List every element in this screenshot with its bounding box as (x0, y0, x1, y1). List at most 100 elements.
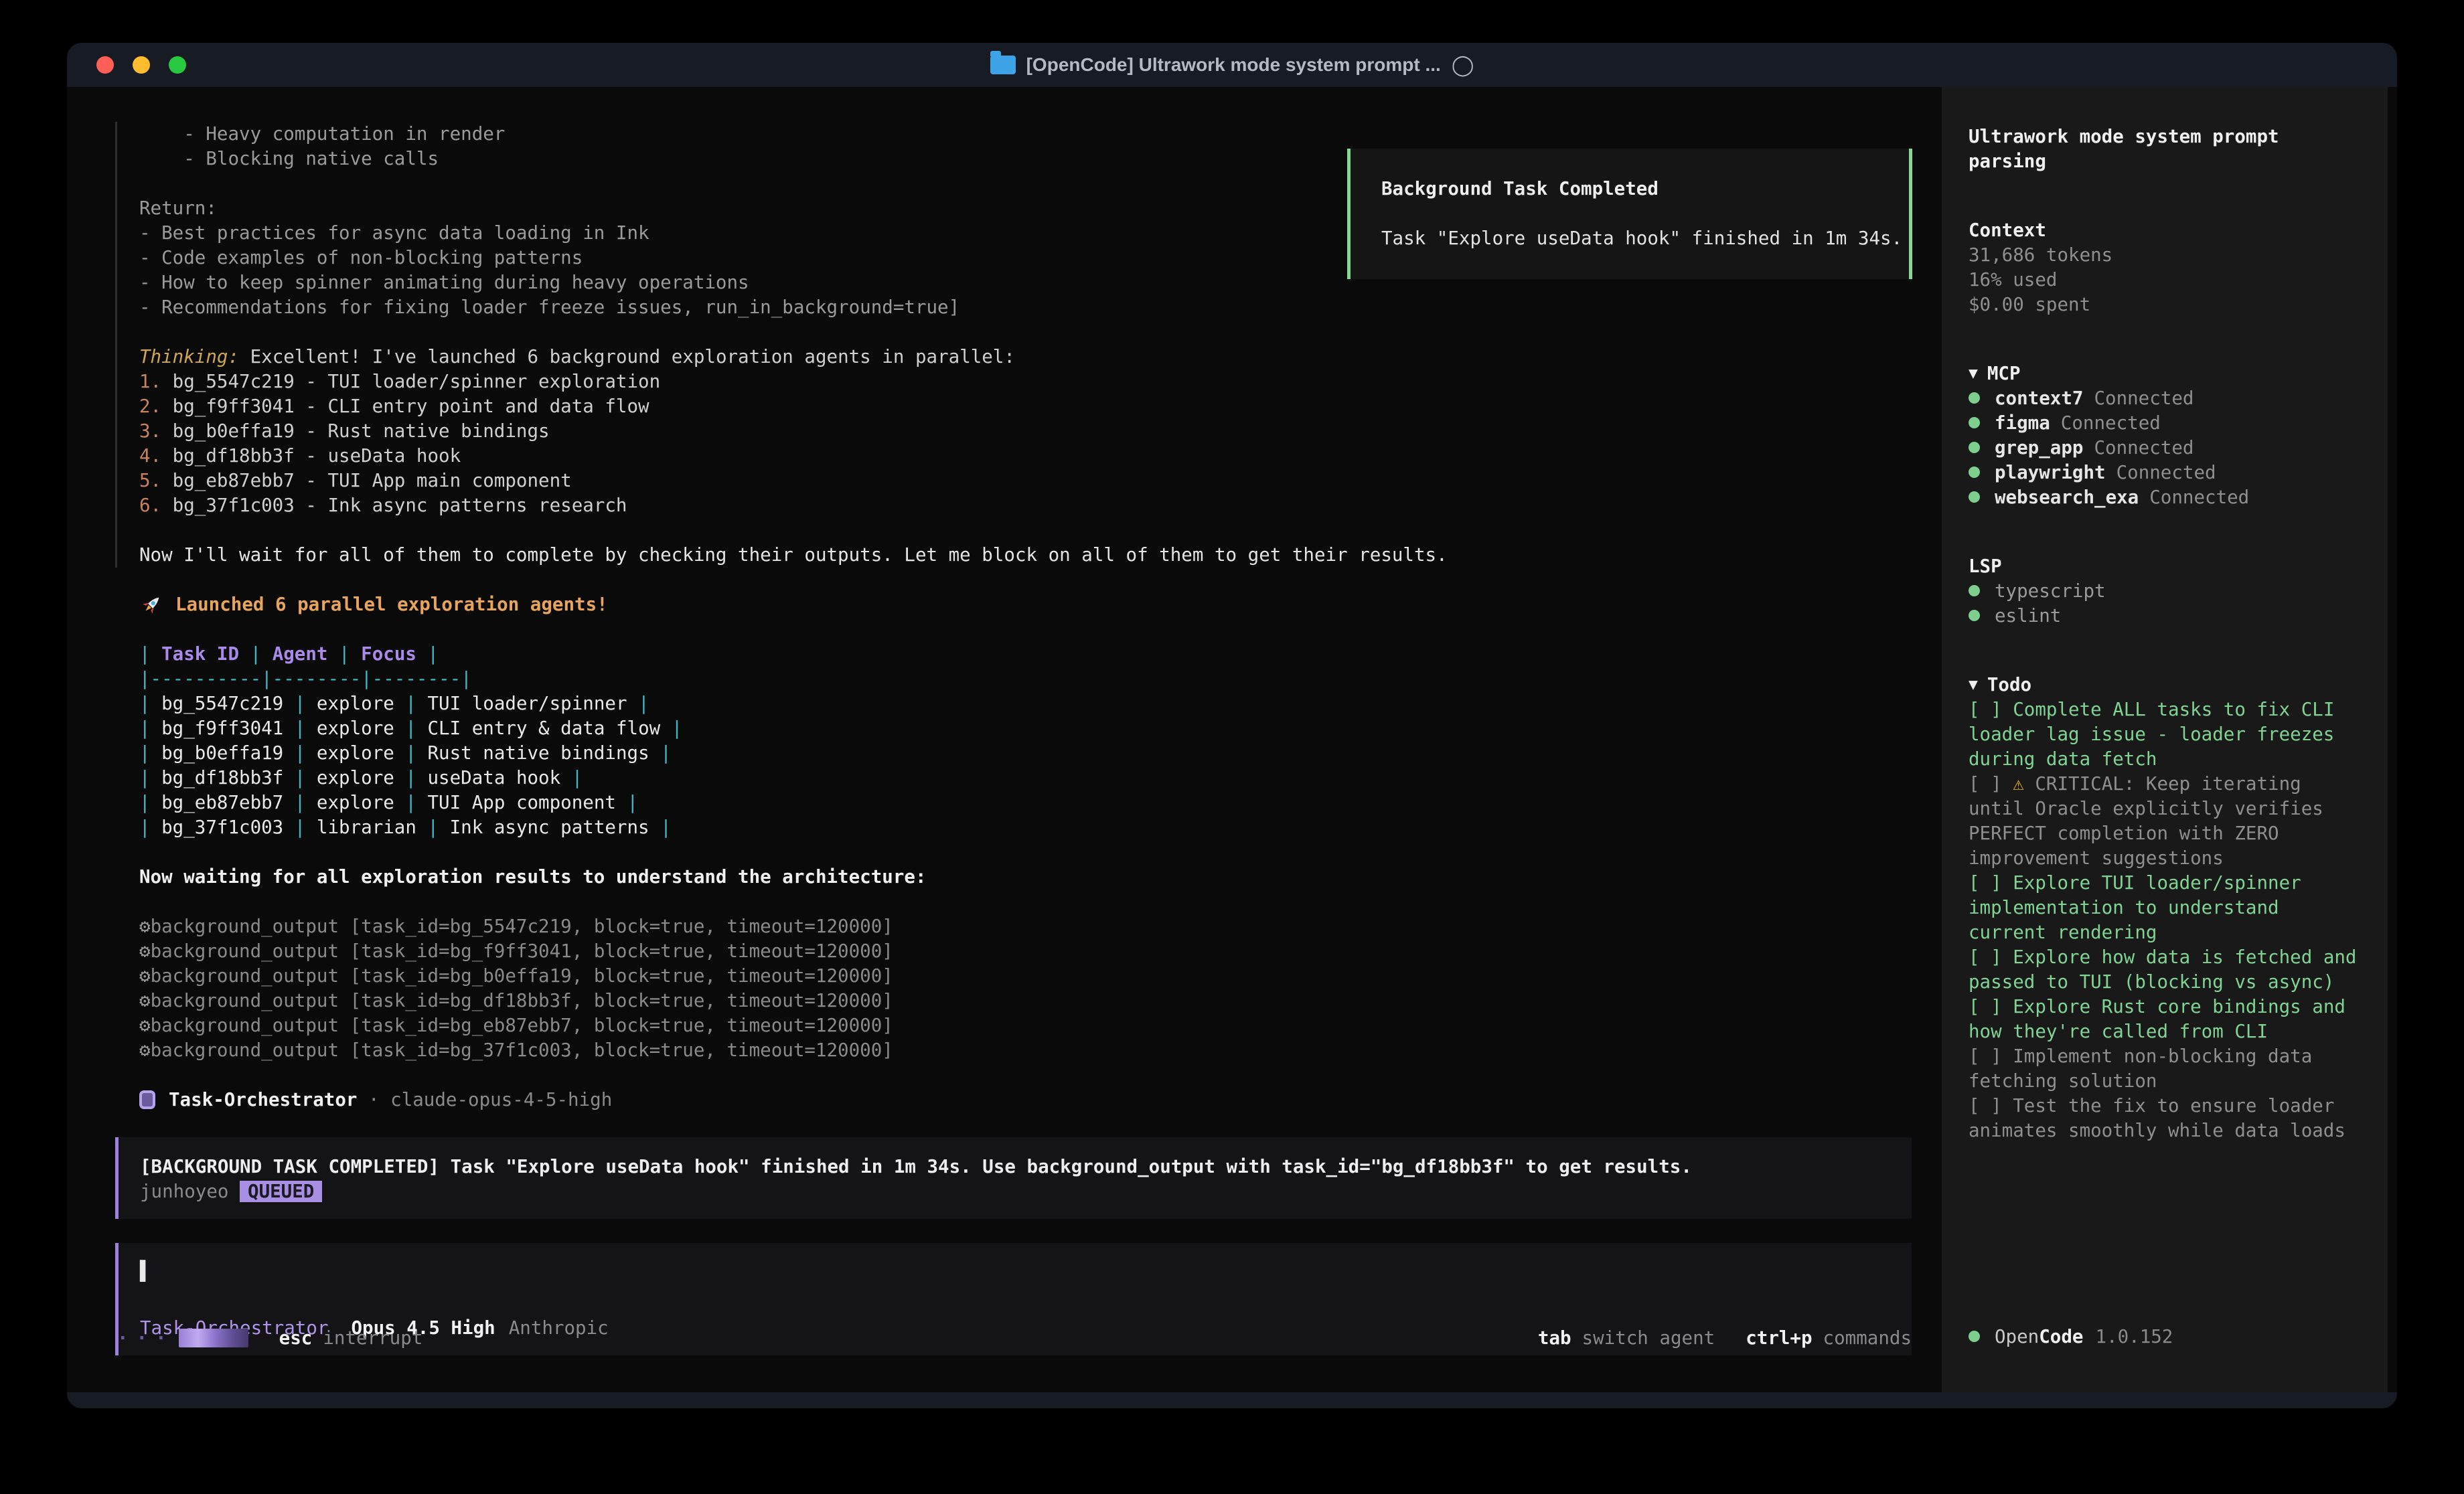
todo-checkbox: [ ] (1969, 946, 2013, 968)
close-button[interactable] (96, 56, 114, 74)
toast-notification: Background Task Completed Task "Explore … (1347, 149, 1912, 279)
todo-item: [ ] Explore Rust core bindings and how t… (1969, 995, 2361, 1044)
todo-checkbox: [ ] (1969, 773, 2013, 795)
status-dot-icon (1969, 491, 1980, 503)
session-title: Ultrawork mode system prompt parsing (1969, 124, 2361, 174)
content-area: - Heavy computation in render - Blocking… (67, 87, 2397, 1392)
gear-icon: ⚙ (139, 990, 151, 1011)
table-separator: |----------|--------|--------| (139, 667, 1942, 691)
thinking-item: 5. bg_eb87ebb7 - TUI App main component (139, 469, 1942, 493)
mcp-heading[interactable]: ▼MCP (1969, 361, 2361, 386)
context-heading: Context (1969, 218, 2361, 243)
status-dot-icon (1969, 467, 1980, 478)
progress-circle-icon: ◯ (1452, 54, 1474, 77)
waiting-line: Now waiting for all exploration results … (139, 865, 1942, 890)
window-title-text: [OpenCode] Ultrawork mode system prompt … (1026, 54, 1441, 76)
thinking-label: Thinking: (139, 346, 250, 367)
todo-checkbox: [ ] (1969, 699, 2013, 720)
status-dot-icon (1969, 392, 1980, 404)
context-tokens: 31,686 tokens (1969, 243, 2361, 268)
gear-icon: ⚙ (139, 940, 151, 962)
tool-result-line: - Recommendations for fixing loader free… (139, 295, 1942, 320)
todo-item: [ ] Explore how data is fetched and pass… (1969, 945, 2361, 995)
todo-checkbox: [ ] (1969, 1095, 2013, 1116)
tool-call: ⚙background_output [task_id=bg_f9ff3041,… (139, 939, 1942, 964)
app-version-footer: OpenCode1.0.152 (1969, 1325, 2173, 1349)
titlebar: [OpenCode] Ultrawork mode system prompt … (67, 43, 2397, 87)
thinking-item: 3. bg_b0effa19 - Rust native bindings (139, 419, 1942, 444)
chevron-down-icon: ▼ (1969, 676, 1978, 693)
rocket-icon (139, 593, 163, 617)
chevron-down-icon: ▼ (1969, 365, 1978, 382)
tool-call: ⚙background_output [task_id=bg_37f1c003,… (139, 1038, 1942, 1063)
table-row: | bg_37f1c003 | librarian | Ink async pa… (139, 815, 1942, 840)
announcement: Launched 6 parallel exploration agents! (139, 592, 1942, 617)
todo-checkbox: [ ] (1969, 996, 2013, 1017)
thinking-outro: Now I'll wait for all of them to complet… (139, 543, 1942, 568)
thinking-item: 1. bg_5547c219 - TUI loader/spinner expl… (139, 369, 1942, 394)
toast-body: Task "Explore useData hook" finished in … (1381, 226, 1878, 251)
terminal-window: [OpenCode] Ultrawork mode system prompt … (67, 43, 2397, 1408)
table-header: | Task ID | Agent | Focus | (139, 642, 1942, 667)
status-bar: ··· esc interrupt tab switch agent ctrl+… (117, 1324, 1912, 1352)
status-dot-icon (1969, 610, 1980, 621)
text-cursor: ▌ (140, 1260, 151, 1282)
table-row: | bg_df18bb3f | explore | useData hook | (139, 766, 1942, 791)
table-body: | bg_5547c219 | explore | TUI loader/spi… (139, 691, 1942, 840)
sidebar: Ultrawork mode system prompt parsing Con… (1942, 87, 2388, 1392)
thinking-intro: Thinking: Excellent! I've launched 6 bac… (139, 345, 1942, 369)
todo-item: [ ] Implement non-blocking data fetching… (1969, 1044, 2361, 1094)
gear-icon: ⚙ (139, 965, 151, 987)
mcp-item: websearch_exaConnected (1969, 485, 2361, 510)
todo-item: [ ] ⚠ CRITICAL: Keep iterating until Ora… (1969, 772, 2361, 871)
table-row: | bg_5547c219 | explore | TUI loader/spi… (139, 691, 1942, 716)
agent-identity-line: Task-Orchestrator · claude-opus-4-5-high (139, 1088, 1942, 1112)
context-spent: $0.00 spent (1969, 293, 2361, 317)
tool-call: ⚙background_output [task_id=bg_b0effa19,… (139, 964, 1942, 989)
esc-key-hint: esc (279, 1326, 313, 1351)
ctrlp-key-hint: ctrl+p (1746, 1326, 1812, 1351)
thinking-item: 2. bg_f9ff3041 - CLI entry point and dat… (139, 394, 1942, 419)
tool-call: ⚙background_output [task_id=bg_5547c219,… (139, 914, 1942, 939)
table-row: | bg_f9ff3041 | explore | CLI entry & da… (139, 716, 1942, 741)
mcp-item: context7Connected (1969, 386, 2361, 411)
status-badge: QUEUED (240, 1181, 322, 1202)
gear-icon: ⚙ (139, 1015, 151, 1036)
status-dot-icon (1969, 417, 1980, 428)
banner-text: [BACKGROUND TASK COMPLETED] Task "Explor… (140, 1155, 1890, 1179)
todo-item: [ ] Explore TUI loader/spinner implement… (1969, 871, 2361, 945)
banner-meta: junhoyeo QUEUED (140, 1179, 1890, 1204)
minimize-button[interactable] (133, 56, 150, 74)
todo-checkbox: [ ] (1969, 1046, 2013, 1067)
banner-user: junhoyeo (140, 1181, 240, 1202)
tool-call: ⚙background_output [task_id=bg_df18bb3f,… (139, 989, 1942, 1013)
warning-icon: ⚠ (2013, 773, 2035, 795)
mcp-item: grep_appConnected (1969, 436, 2361, 461)
status-dot-icon (1969, 1331, 1980, 1342)
context-used: 16% used (1969, 268, 2361, 293)
thinking-item: 6. bg_37f1c003 - Ink async patterns rese… (139, 493, 1942, 518)
gear-icon: ⚙ (139, 1040, 151, 1061)
thinking-item: 4. bg_df18bb3f - useData hook (139, 444, 1942, 469)
table-row: | bg_b0effa19 | explore | Rust native bi… (139, 741, 1942, 766)
todo-item: [ ] Test the fix to ensure loader animat… (1969, 1094, 2361, 1143)
mcp-item: figmaConnected (1969, 411, 2361, 436)
background-task-banner: [BACKGROUND TASK COMPLETED] Task "Explor… (115, 1137, 1912, 1219)
toast-title: Background Task Completed (1381, 177, 1878, 201)
zoom-button[interactable] (169, 56, 186, 74)
traffic-lights (96, 56, 186, 74)
tool-result-line: - Heavy computation in render (139, 122, 1942, 147)
lsp-heading: LSP (1969, 554, 2361, 579)
window-title: [OpenCode] Ultrawork mode system prompt … (990, 54, 1474, 77)
tab-key-hint: tab (1538, 1326, 1571, 1351)
conversation-panel: - Heavy computation in render - Blocking… (67, 87, 1942, 1392)
table-row: | bg_eb87ebb7 | explore | TUI App compon… (139, 791, 1942, 815)
agent-icon (139, 1090, 155, 1109)
status-dot-icon (1969, 585, 1980, 596)
todo-heading[interactable]: ▼Todo (1969, 673, 2361, 697)
status-dot-icon (1969, 442, 1980, 453)
todo-item: [ ] Complete ALL tasks to fix CLI loader… (1969, 697, 2361, 772)
folder-icon (990, 56, 1016, 74)
todo-list: [ ] Complete ALL tasks to fix CLI loader… (1969, 697, 2361, 1143)
tool-call: ⚙background_output [task_id=bg_eb87ebb7,… (139, 1013, 1942, 1038)
